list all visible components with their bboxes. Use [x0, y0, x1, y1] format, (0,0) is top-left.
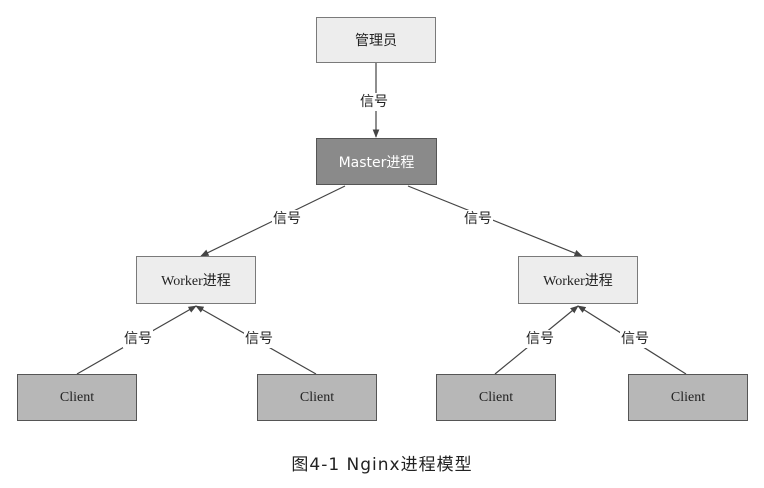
client-node-1: Client — [17, 374, 137, 421]
admin-label: 管理员 — [355, 33, 397, 49]
edge-label-client2-worker-left: 信号 — [244, 330, 274, 348]
edge-label-client1-worker-left: 信号 — [123, 330, 153, 348]
edge-label-master-worker-left: 信号 — [272, 210, 302, 228]
edge-label-client3-worker-right: 信号 — [525, 330, 555, 348]
client-node-2: Client — [257, 374, 377, 421]
client-4-label: Client — [670, 389, 706, 405]
client-3-label: Client — [478, 389, 514, 405]
worker-process-node-right: Worker进程 — [518, 256, 638, 304]
client-node-4: Client — [628, 374, 748, 421]
edge-label-client4-worker-right: 信号 — [620, 330, 650, 348]
admin-node: 管理员 — [316, 17, 436, 63]
edge-label-master-worker-right: 信号 — [463, 210, 493, 228]
edge-master-to-worker-right — [407, 185, 583, 257]
client-node-3: Client — [436, 374, 556, 421]
worker-right-label: Worker进程 — [543, 274, 613, 289]
worker-process-node-left: Worker进程 — [136, 256, 256, 304]
edge-label-admin-master: 信号 — [359, 93, 389, 111]
client-1-label: Client — [59, 389, 95, 405]
master-process-node: Master进程 — [316, 138, 437, 185]
master-label: Master进程 — [338, 154, 415, 171]
nginx-process-model-diagram: 管理员 Master进程 Worker进程 Worker进程 Client Cl… — [0, 0, 764, 488]
figure-caption: 图4-1 Nginx进程模型 — [291, 455, 473, 475]
client-2-label: Client — [299, 389, 335, 405]
worker-left-label: Worker进程 — [161, 274, 231, 289]
